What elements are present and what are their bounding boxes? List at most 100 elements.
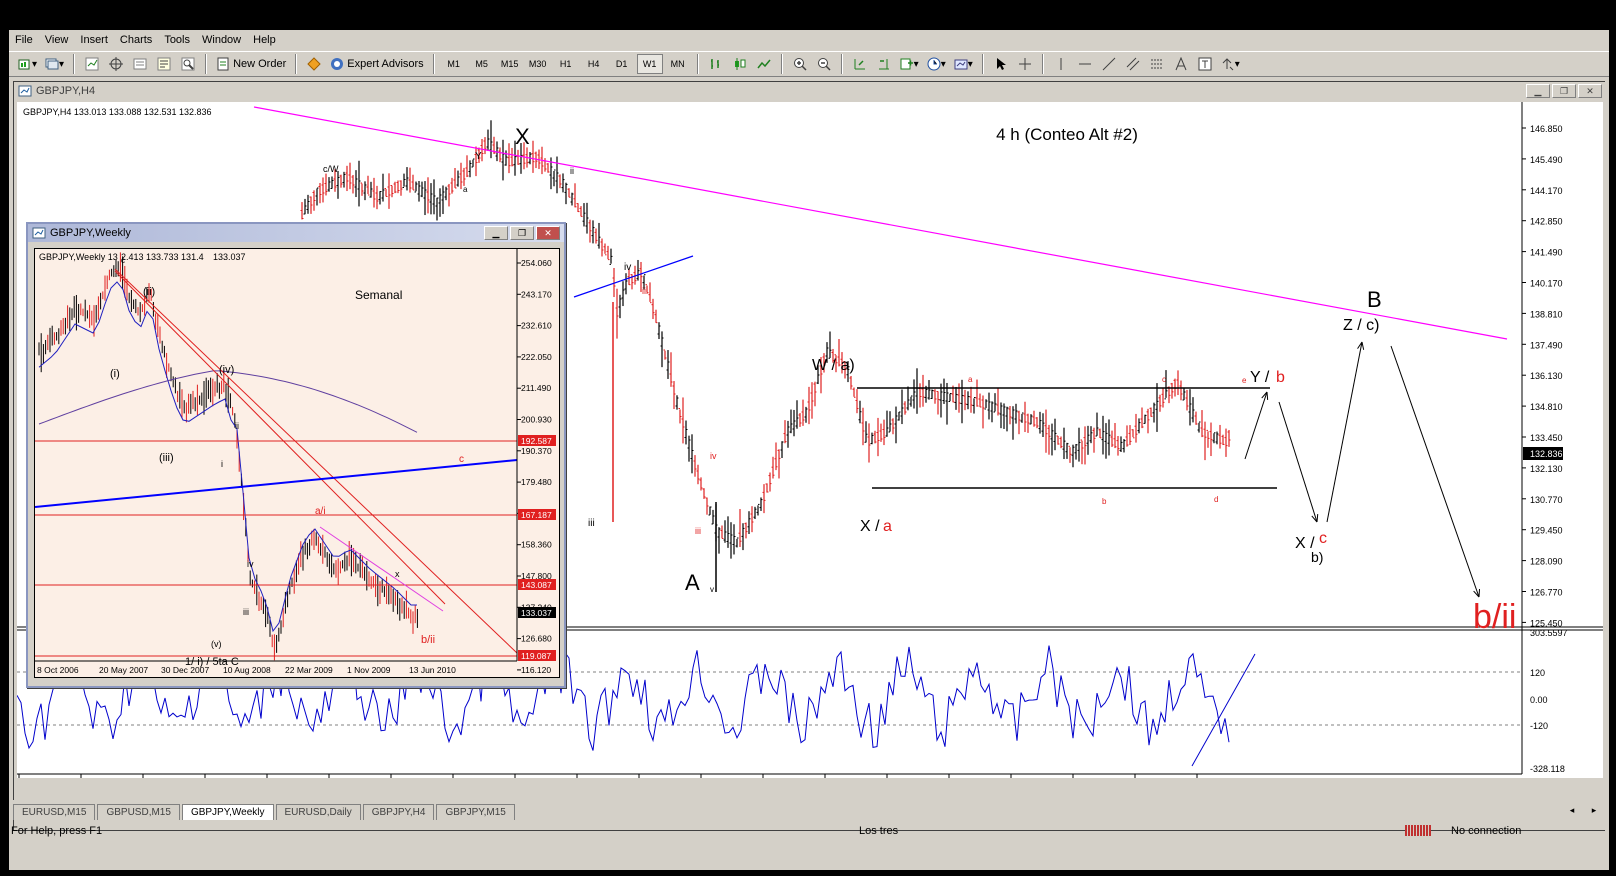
menu-insert[interactable]: Insert [78, 34, 118, 46]
tab-gbpjpy-m15[interactable]: GBPJPY,M15 [436, 804, 515, 820]
chart-shift-button[interactable] [873, 54, 895, 74]
weekly-wave-label: iii [243, 607, 249, 617]
wave-label: iii [695, 526, 701, 536]
line-chart-icon [757, 59, 771, 69]
trendline-button[interactable] [1098, 54, 1120, 74]
magnifier-icon [181, 57, 195, 71]
price-axis-label: 146.850 [1530, 124, 1563, 134]
menu-help[interactable]: Help [251, 34, 286, 46]
timeframe-h4[interactable]: H4 [581, 54, 607, 74]
weekly-window-titlebar[interactable]: GBPJPY,Weekly ▁ ❐ ✕ [28, 224, 564, 242]
wave-label: b [1102, 497, 1107, 506]
zoom-out-button[interactable] [813, 54, 835, 74]
profiles-button[interactable]: ▾ [42, 54, 67, 74]
channel-button[interactable] [1122, 54, 1144, 74]
templates-button[interactable]: ▾ [951, 54, 976, 74]
chart-window-gbpjpy-h4[interactable]: GBPJPY,H4 ▁ ❐ ✕ 303.5597 120 0.00 -120 -328.… [14, 82, 1606, 830]
projection-line [1326, 341, 1363, 523]
timeframe-w1[interactable]: W1 [636, 54, 663, 74]
weekly-price-axis-label: 116.120 [521, 665, 551, 675]
tab-gbpjpy-weekly[interactable]: GBPJPY,Weekly [181, 804, 274, 820]
templates-icon [954, 59, 968, 70]
indicators-button[interactable]: ▾ [897, 54, 922, 74]
crosshair-button[interactable] [1014, 54, 1036, 74]
vertical-line-button[interactable] [1050, 54, 1072, 74]
text-button[interactable] [1170, 54, 1192, 74]
chart-window-gbpjpy-weekly[interactable]: GBPJPY,Weekly ▁ ❐ ✕ GBPJPY,Weekly 13 2.41… [26, 222, 566, 688]
restore-button[interactable]: ❐ [1552, 84, 1576, 98]
line-chart-button[interactable] [753, 54, 775, 74]
chart-window-title: GBPJPY,H4 [36, 85, 96, 97]
minimize-button[interactable]: ▁ [484, 226, 508, 240]
crosshair-move-icon [109, 57, 124, 71]
restore-button[interactable]: ❐ [510, 226, 534, 240]
wave-label: Y / [1250, 369, 1270, 386]
chart-window-titlebar[interactable]: GBPJPY,H4 ▁ ❐ ✕ [14, 82, 1606, 100]
menu-file[interactable]: File [13, 34, 43, 46]
weekly-price-tag-label: 119.087 [521, 651, 551, 661]
timeframe-h1[interactable]: H1 [553, 54, 579, 74]
market-watch-button[interactable] [81, 54, 103, 74]
cursor-button[interactable] [990, 54, 1012, 74]
horizontal-line-button[interactable] [1074, 54, 1096, 74]
zoom-in-button[interactable] [789, 54, 811, 74]
toolbar-separator [295, 54, 298, 74]
tab-gbpusd-m15[interactable]: GBPUSD,M15 [97, 804, 180, 820]
fibonacci-button[interactable] [1146, 54, 1168, 74]
timeframe-m30[interactable]: M30 [525, 54, 551, 74]
navigator-button[interactable] [105, 54, 127, 74]
minimize-button[interactable]: ▁ [1526, 84, 1550, 98]
weekly-price-axis-label: 190.370 [521, 446, 552, 456]
text-label-icon [1198, 57, 1212, 71]
menu-tools[interactable]: Tools [162, 34, 200, 46]
weekly-wave-label: c [121, 256, 125, 265]
timeframe-mn[interactable]: MN [665, 54, 691, 74]
new-order-button[interactable]: New Order [213, 54, 289, 74]
arrows-button[interactable]: ▾ [1218, 54, 1243, 74]
price-axis-label: 133.450 [1530, 433, 1563, 443]
tester-button[interactable] [177, 54, 199, 74]
tab-eurusd-daily[interactable]: EURUSD,Daily [275, 804, 361, 820]
menu-window[interactable]: Window [200, 34, 251, 46]
candlestick-button[interactable] [729, 54, 751, 74]
crosshair-icon [1018, 58, 1031, 70]
new-chart-button[interactable]: ▾ [15, 54, 40, 74]
weekly-price-axis-label: 211.490 [521, 383, 551, 393]
weekly-annotations: GBPJPY,Weekly 13 2.413 133.733 131.4 133.0… [34, 249, 556, 675]
timeframe-m5[interactable]: M5 [469, 54, 495, 74]
wave-label: iv [624, 262, 631, 273]
toolbar: ▾ ▾ New Order Expert Advisors M1 M5 M15 … [9, 51, 1609, 77]
menu-view[interactable]: View [43, 34, 79, 46]
timeframe-m1[interactable]: M1 [441, 54, 467, 74]
weekly-chart-area[interactable]: GBPJPY,Weekly 13 2.413 133.733 131.4 133.0… [34, 248, 560, 678]
trendline-icon [1102, 57, 1116, 71]
expert-advisors-button[interactable]: Expert Advisors [327, 54, 426, 74]
tab-eurusd-m15[interactable]: EURUSD,M15 [13, 804, 96, 820]
oscillator-axis-label: 0.00 [1530, 695, 1548, 705]
timeframe-m15[interactable]: M15 [497, 54, 523, 74]
close-button[interactable]: ✕ [1578, 84, 1602, 98]
tab-scroll-left[interactable]: ◂ [1561, 800, 1583, 820]
projection-line [1278, 401, 1318, 523]
timeframe-d1[interactable]: D1 [609, 54, 635, 74]
close-button[interactable]: ✕ [536, 226, 560, 240]
auto-scroll-button[interactable] [849, 54, 871, 74]
weekly-wave-label: (iv) [219, 364, 234, 376]
weekly-wave-label: (iii) [159, 452, 174, 464]
status-help-text: For Help, press F1 [11, 825, 103, 837]
text-label-button[interactable] [1194, 54, 1216, 74]
periods-button[interactable]: ▾ [924, 54, 949, 74]
main-chart-heading: 4 h (Conteo Alt #2) [996, 125, 1138, 144]
weekly-chart-svg[interactable]: GBPJPY,Weekly 13 2.413 133.733 131.4 133.0… [34, 249, 559, 677]
bar-chart-button[interactable] [705, 54, 727, 74]
metaeditor-button[interactable] [303, 54, 325, 74]
tab-gbpjpy-h4[interactable]: GBPJPY,H4 [362, 804, 435, 820]
weekly-info-text-tail: 2.413 133.733 131.4 [121, 252, 204, 262]
toolbar-separator [432, 54, 435, 74]
terminal-button[interactable] [153, 54, 175, 74]
data-window-button[interactable] [129, 54, 151, 74]
wave-label: iii [588, 518, 595, 529]
menu-charts[interactable]: Charts [118, 34, 162, 46]
weekly-wave-label: a/i [315, 506, 326, 517]
tab-scroll-right[interactable]: ▸ [1583, 800, 1605, 820]
